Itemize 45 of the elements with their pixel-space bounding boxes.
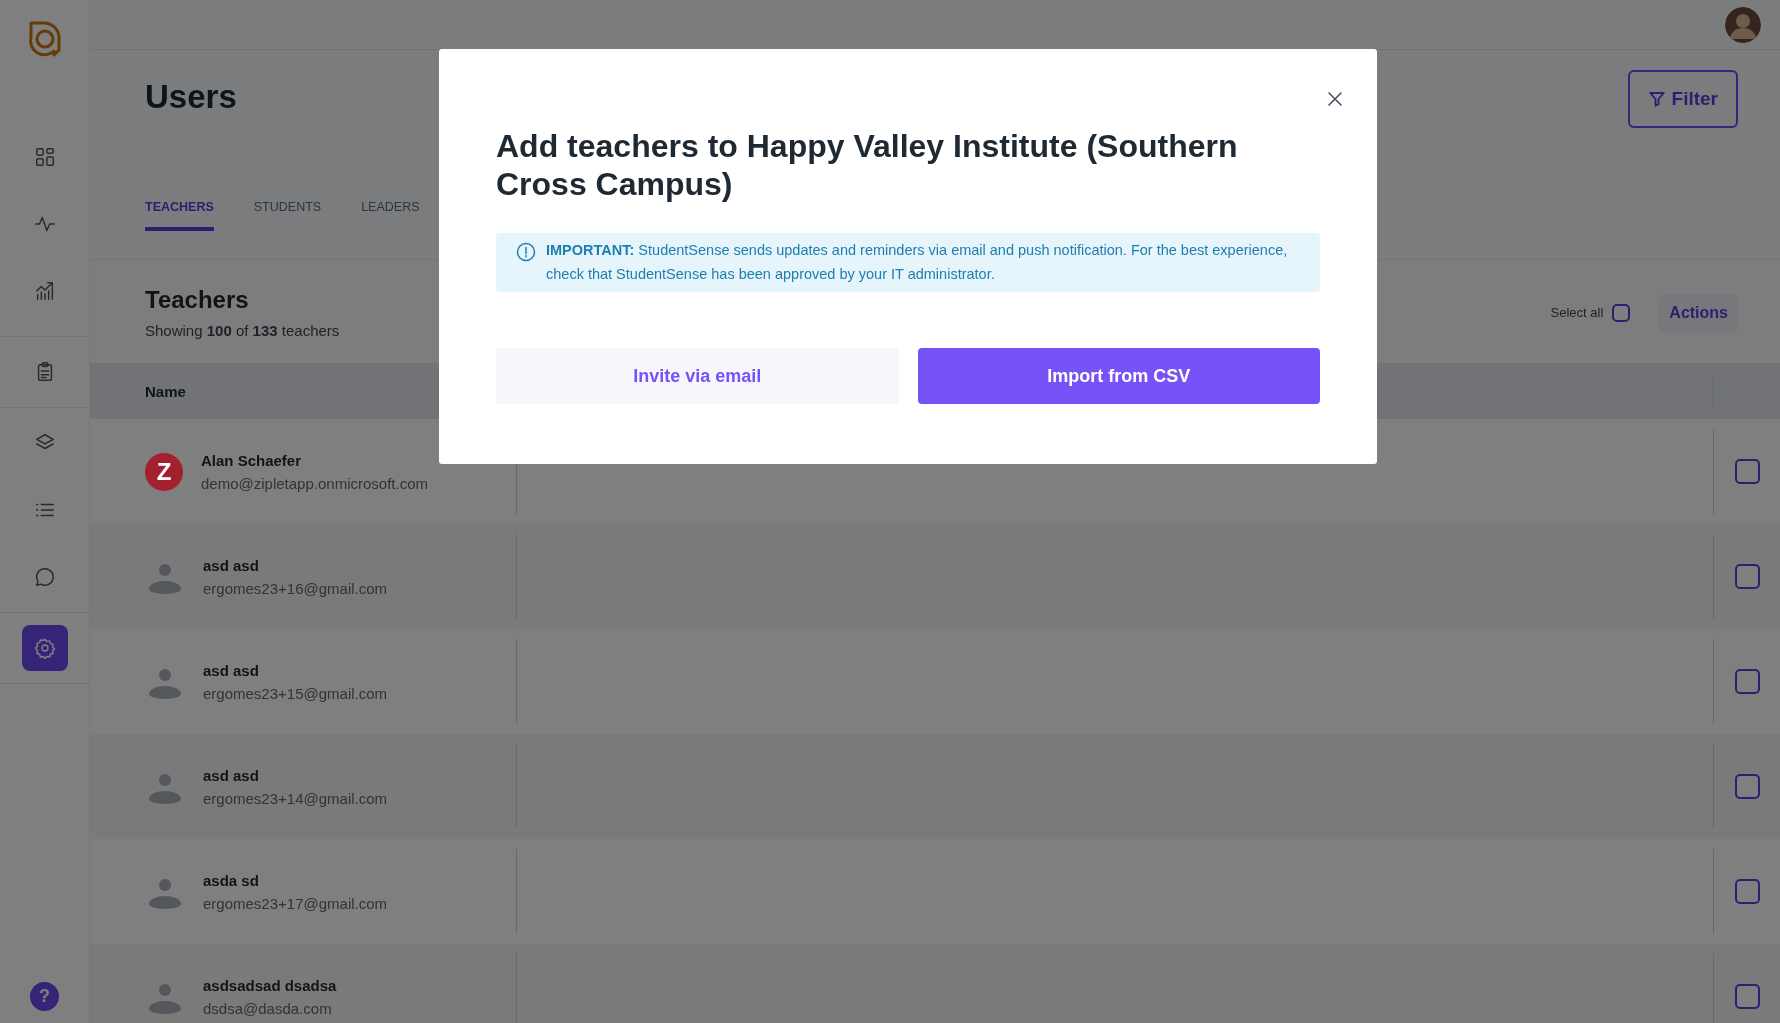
filter-icon [1647,90,1666,108]
tab[interactable]: STUDENTS [253,200,322,231]
user-name: Alan Schaefer [201,451,303,469]
import-button[interactable]: Import from CSV [917,348,1320,404]
user-email: ergomes23+15@gmail.com [203,684,388,702]
user-name: asdsadsad dsadsa [203,976,337,994]
notice-text: IMPORTANT: StudentSense sends updates and reminders via email and push notification. For the best experience, check that StudentSense has been approved by your IT administrator. [546,241,1289,284]
user-name: asda sd [203,871,260,889]
user-avatar[interactable] [1725,6,1761,43]
help-button[interactable]: ? [30,982,59,1011]
page-title: Users [145,78,237,116]
info-icon [516,242,536,262]
user-name: asd asd [203,661,260,679]
sidebar-item[interactable] [21,625,68,671]
row-checkbox[interactable] [1734,774,1760,799]
row-checkbox[interactable] [1734,459,1760,484]
row-checkbox[interactable] [1734,984,1760,1009]
section-title: Teachers [145,286,250,314]
user-initial-avatar: Z [145,452,183,491]
user-email: dsdsa@dasda.com [203,999,333,1017]
user-email: ergomes23+17@gmail.com [203,894,388,912]
settings-icon [33,637,56,659]
teacher-count: Showing 100 of 133 teachers [145,322,340,339]
row-checkbox[interactable] [1734,669,1760,694]
column-header: Name [145,382,186,400]
user-name: asd asd [203,556,260,574]
logo-icon [27,20,62,58]
select-all-label: Select all [1550,305,1604,320]
invite-button[interactable]: Invite via email [496,348,899,404]
dashboard-icon [33,146,56,168]
select-all-checkbox[interactable] [1612,303,1631,322]
row-checkbox[interactable] [1734,564,1760,589]
actions-button[interactable]: Actions [1659,293,1738,332]
user-email: demo@zipletapp.onmicrosoft.com [201,474,428,492]
tab[interactable]: TEACHERS [145,200,214,231]
row-checkbox[interactable] [1734,879,1760,904]
chart-icon [33,280,56,302]
close-icon [1327,91,1343,107]
tab[interactable]: LEADERS [361,200,420,231]
chat-icon [33,566,56,588]
modal-title: Add teachers to Happy Valley Institute (Southern Cross Campus) [496,127,1239,203]
filter-button[interactable]: Filter [1627,70,1738,128]
user-email: ergomes23+16@gmail.com [203,579,388,597]
user-email: ergomes23+14@gmail.com [203,789,388,807]
user-name: asd asd [203,766,260,784]
